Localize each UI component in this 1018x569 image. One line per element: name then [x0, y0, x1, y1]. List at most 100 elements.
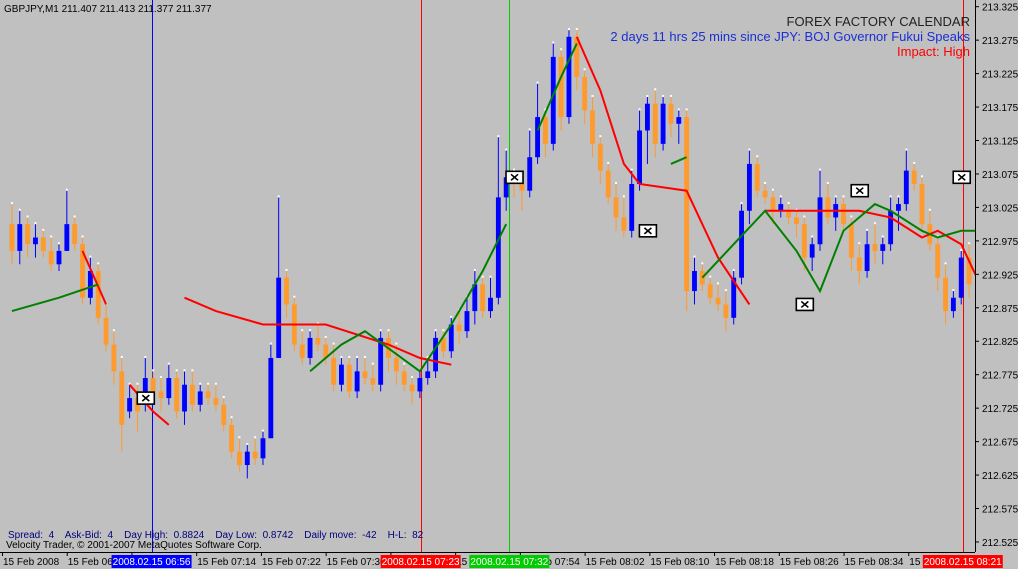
candle-body	[221, 404, 227, 425]
y-tick-label: 212.725	[982, 404, 1018, 415]
candle-body	[182, 384, 187, 412]
x-tick-label: 15 Feb 08:10	[650, 557, 709, 568]
candle-high-dot	[191, 369, 194, 372]
candle-high-dot	[701, 262, 704, 265]
candle-high-dot	[842, 195, 845, 198]
ff-calendar-title: FOREX FACTORY CALENDAR	[786, 14, 971, 29]
candle-high-dot	[356, 355, 359, 358]
candle-body	[848, 224, 854, 258]
candle-high-dot	[34, 222, 37, 225]
candle-high-dot	[826, 182, 829, 184]
candle-body	[260, 438, 266, 459]
y-tick-label: 213.325	[982, 3, 1018, 14]
candle-high-dot	[889, 195, 892, 198]
candle-body	[464, 311, 470, 332]
chart-canvas[interactable]: 213.325 213.275 213.225 213.175 213.125 213.0…	[0, 0, 1018, 569]
candle-high-dot	[513, 168, 516, 171]
candle-high-dot	[724, 289, 727, 292]
candle-high-dot	[881, 235, 884, 238]
candle-body	[276, 277, 282, 358]
forex-factory-panel: FOREX FACTORY CALENDAR 2 days 11 hrs 25 …	[610, 14, 970, 59]
candle-body	[495, 197, 501, 298]
candle-high-dot	[199, 382, 202, 385]
candle-high-dot	[65, 188, 68, 191]
candle-body	[864, 244, 870, 271]
candle-body	[535, 117, 541, 158]
y-tick-label: 213.225	[982, 70, 1018, 81]
candle-body	[119, 371, 125, 425]
candle-high-dot	[120, 355, 123, 358]
y-tick-label: 213.075	[982, 170, 1018, 181]
price-axis-panel	[975, 0, 1018, 569]
candle-body	[158, 391, 164, 399]
candle-high-dot	[222, 396, 225, 399]
candle-high-dot	[26, 215, 29, 218]
candle-high-dot	[293, 295, 296, 298]
candle-high-dot	[615, 182, 618, 184]
candle-high-dot	[897, 195, 900, 198]
candle-high-dot	[567, 28, 570, 31]
candle-high-dot	[89, 255, 92, 258]
candle-high-dot	[552, 41, 555, 44]
candle-high-dot	[944, 262, 947, 265]
candle-high-dot	[866, 228, 869, 231]
candle-body	[762, 190, 768, 198]
candle-body	[911, 170, 917, 184]
candle-high-dot	[717, 282, 720, 285]
candle-body	[244, 451, 250, 466]
candle-high-dot	[622, 195, 625, 198]
candle-body	[401, 371, 407, 385]
candle-high-dot	[787, 202, 790, 205]
candle-high-dot	[583, 68, 586, 71]
candle-body	[935, 244, 941, 278]
y-tick-label: 213.275	[982, 36, 1018, 47]
signal-marker-icon	[850, 183, 870, 198]
x-tick-label: 15 Feb 08:18	[715, 557, 774, 568]
candle-body	[56, 250, 62, 265]
candle-high-dot	[277, 195, 280, 198]
candle-body	[723, 304, 729, 318]
candle-high-dot	[638, 108, 641, 111]
candle-body	[613, 197, 619, 218]
candle-body	[103, 317, 109, 345]
candle-high-dot	[144, 355, 147, 358]
candle-body	[111, 344, 117, 372]
candle-high-dot	[363, 355, 366, 358]
candle-body	[40, 237, 46, 251]
y-tick-label: 212.975	[982, 237, 1018, 248]
candle-high-dot	[505, 148, 508, 151]
candle-high-dot	[481, 275, 484, 278]
candle-high-dot	[309, 329, 312, 332]
y-tick-label: 212.775	[982, 371, 1018, 382]
candle-high-dot	[740, 202, 743, 205]
candle-high-dot	[560, 48, 563, 51]
candle-high-dot	[528, 128, 531, 131]
candle-high-dot	[238, 436, 241, 439]
candle-body	[566, 36, 572, 118]
candle-body	[307, 337, 313, 358]
x-highlight-label: 2008.02.15 06:56	[113, 557, 191, 568]
candle-body	[25, 224, 31, 245]
candle-high-dot	[152, 369, 155, 372]
y-tick-label: 212.925	[982, 270, 1018, 281]
candle-body	[64, 224, 70, 251]
candle-body	[331, 357, 337, 385]
candle-body	[715, 297, 721, 305]
candle-high-dot	[214, 382, 217, 385]
candle-body	[794, 217, 799, 225]
candle-body	[888, 210, 894, 245]
candle-body	[315, 337, 321, 345]
x-tick-label: 15 Feb 2008	[3, 557, 60, 568]
candle-body	[189, 384, 195, 405]
ff-last-event: 2 days 11 hrs 25 mins since JPY: BOJ Gov…	[610, 29, 970, 44]
signal-marker-icon	[136, 391, 156, 405]
candle-body	[48, 250, 54, 265]
candle-high-dot	[834, 195, 837, 198]
candle-body	[739, 210, 744, 278]
candle-high-dot	[654, 88, 657, 91]
candle-body	[127, 398, 133, 412]
chart-window: 213.325 213.275 213.225 213.175 213.125 213.0…	[0, 0, 1018, 569]
candle-body	[252, 451, 258, 459]
candle-high-dot	[630, 168, 633, 171]
y-tick-label: 212.525	[982, 538, 1018, 549]
